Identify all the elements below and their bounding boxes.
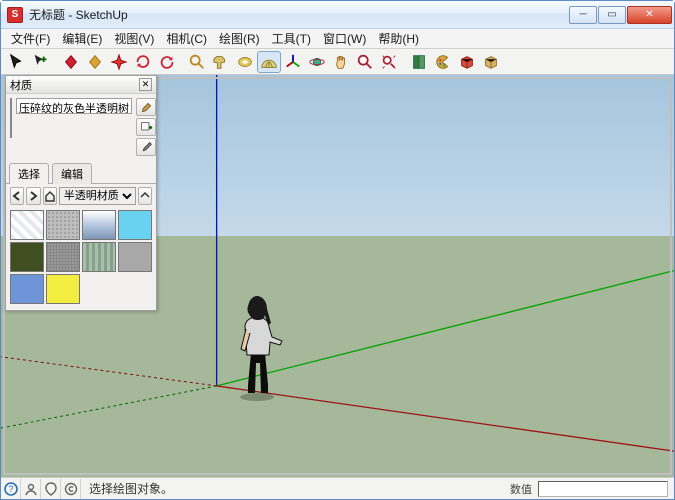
window-title: 无标题 - SketchUp — [29, 6, 569, 23]
close-button[interactable]: ✕ — [627, 6, 672, 24]
add-select-icon[interactable] — [29, 51, 53, 73]
menu-draw[interactable]: 绘图(R) — [213, 29, 266, 48]
value-input[interactable] — [538, 481, 668, 497]
workspace: 材质 ✕ 压碎纹的灰色半透明树 选择 编辑 半透明材质 — [1, 75, 674, 477]
home-icon[interactable] — [43, 187, 57, 205]
tape-icon[interactable] — [233, 51, 257, 73]
panel-tabs: 选择 编辑 — [6, 162, 156, 184]
zoom-icon[interactable] — [353, 51, 377, 73]
swatch-yellow[interactable] — [46, 274, 80, 304]
svg-text:?: ? — [8, 484, 13, 494]
status-info-icon[interactable]: ? — [1, 479, 21, 499]
menu-help[interactable]: 帮助(H) — [372, 29, 425, 48]
red-diamond-icon[interactable] — [59, 51, 83, 73]
menu-window[interactable]: 窗口(W) — [317, 29, 372, 48]
forward-icon[interactable] — [26, 187, 40, 205]
box-tan-icon[interactable] — [479, 51, 503, 73]
refresh-icon[interactable] — [131, 51, 155, 73]
flashlight-icon[interactable] — [209, 51, 233, 73]
swatch-olive[interactable] — [10, 242, 44, 272]
panel-title-bar[interactable]: 材质 ✕ — [6, 76, 156, 94]
minimize-button[interactable]: ─ — [569, 6, 597, 24]
panel-close-icon[interactable]: ✕ — [139, 78, 152, 91]
swatch-grid — [6, 208, 156, 310]
swatch-blue[interactable] — [10, 274, 44, 304]
pan-icon[interactable] — [329, 51, 353, 73]
search-icon[interactable] — [185, 51, 209, 73]
maximize-button[interactable]: ▭ — [598, 6, 626, 24]
status-user-icon[interactable] — [21, 479, 41, 499]
swatch-cyan[interactable] — [118, 210, 152, 240]
book-icon[interactable] — [407, 51, 431, 73]
menu-file[interactable]: 文件(F) — [5, 29, 56, 48]
status-bar: ? 选择绘图对象。 数值 — [1, 477, 674, 499]
back-icon[interactable] — [10, 187, 24, 205]
menu-view[interactable]: 视图(V) — [108, 29, 160, 48]
menu-edit[interactable]: 编辑(E) — [56, 29, 108, 48]
app-icon: S — [7, 7, 23, 23]
axes-tool-icon[interactable] — [281, 51, 305, 73]
main-toolbar — [1, 49, 674, 75]
select-tool-icon[interactable] — [5, 51, 29, 73]
tab-edit[interactable]: 编辑 — [52, 163, 92, 184]
library-menu-icon[interactable] — [138, 187, 152, 205]
title-bar: S 无标题 - SketchUp ─ ▭ ✕ — [1, 1, 674, 29]
palette-gear-icon[interactable] — [431, 51, 455, 73]
library-row: 半透明材质 — [6, 184, 156, 208]
eyedropper-icon[interactable] — [136, 138, 156, 156]
reference-figure — [224, 271, 290, 401]
orbit-icon[interactable] — [305, 51, 329, 73]
menu-tools[interactable]: 工具(T) — [266, 29, 317, 48]
material-preview[interactable] — [10, 98, 12, 138]
zoom-extents-icon[interactable] — [377, 51, 401, 73]
materials-panel[interactable]: 材质 ✕ 压碎纹的灰色半透明树 选择 编辑 半透明材质 — [5, 75, 157, 311]
material-name-field[interactable]: 压碎纹的灰色半透明树 — [16, 98, 132, 114]
swatch-green-stripe[interactable] — [82, 242, 116, 272]
menu-bar: 文件(F) 编辑(E) 视图(V) 相机(C) 绘图(R) 工具(T) 窗口(W… — [1, 29, 674, 49]
red-sparkle-icon[interactable] — [107, 51, 131, 73]
window-controls: ─ ▭ ✕ — [569, 6, 672, 24]
library-select[interactable]: 半透明材质 — [59, 187, 136, 205]
swatch-sky-cloud[interactable] — [82, 210, 116, 240]
value-label: 数值 — [504, 481, 538, 497]
menu-camera[interactable]: 相机(C) — [160, 29, 213, 48]
status-claim-icon[interactable] — [61, 479, 81, 499]
swatch-gray-noise[interactable] — [46, 210, 80, 240]
create-material-icon[interactable] — [136, 118, 156, 136]
gold-diamond-icon[interactable] — [83, 51, 107, 73]
material-header: 压碎纹的灰色半透明树 — [6, 94, 156, 160]
swatch-glass-grid[interactable] — [10, 210, 44, 240]
protractor-icon[interactable] — [257, 51, 281, 73]
box-red-icon[interactable] — [455, 51, 479, 73]
status-hint: 选择绘图对象。 — [81, 480, 504, 497]
sample-paint-icon[interactable] — [136, 98, 156, 116]
tab-select[interactable]: 选择 — [9, 163, 49, 184]
refresh2-icon[interactable] — [155, 51, 179, 73]
status-geo-icon[interactable] — [41, 479, 61, 499]
swatch-gray[interactable] — [118, 242, 152, 272]
swatch-mesh[interactable] — [46, 242, 80, 272]
panel-title: 材质 — [10, 77, 139, 93]
